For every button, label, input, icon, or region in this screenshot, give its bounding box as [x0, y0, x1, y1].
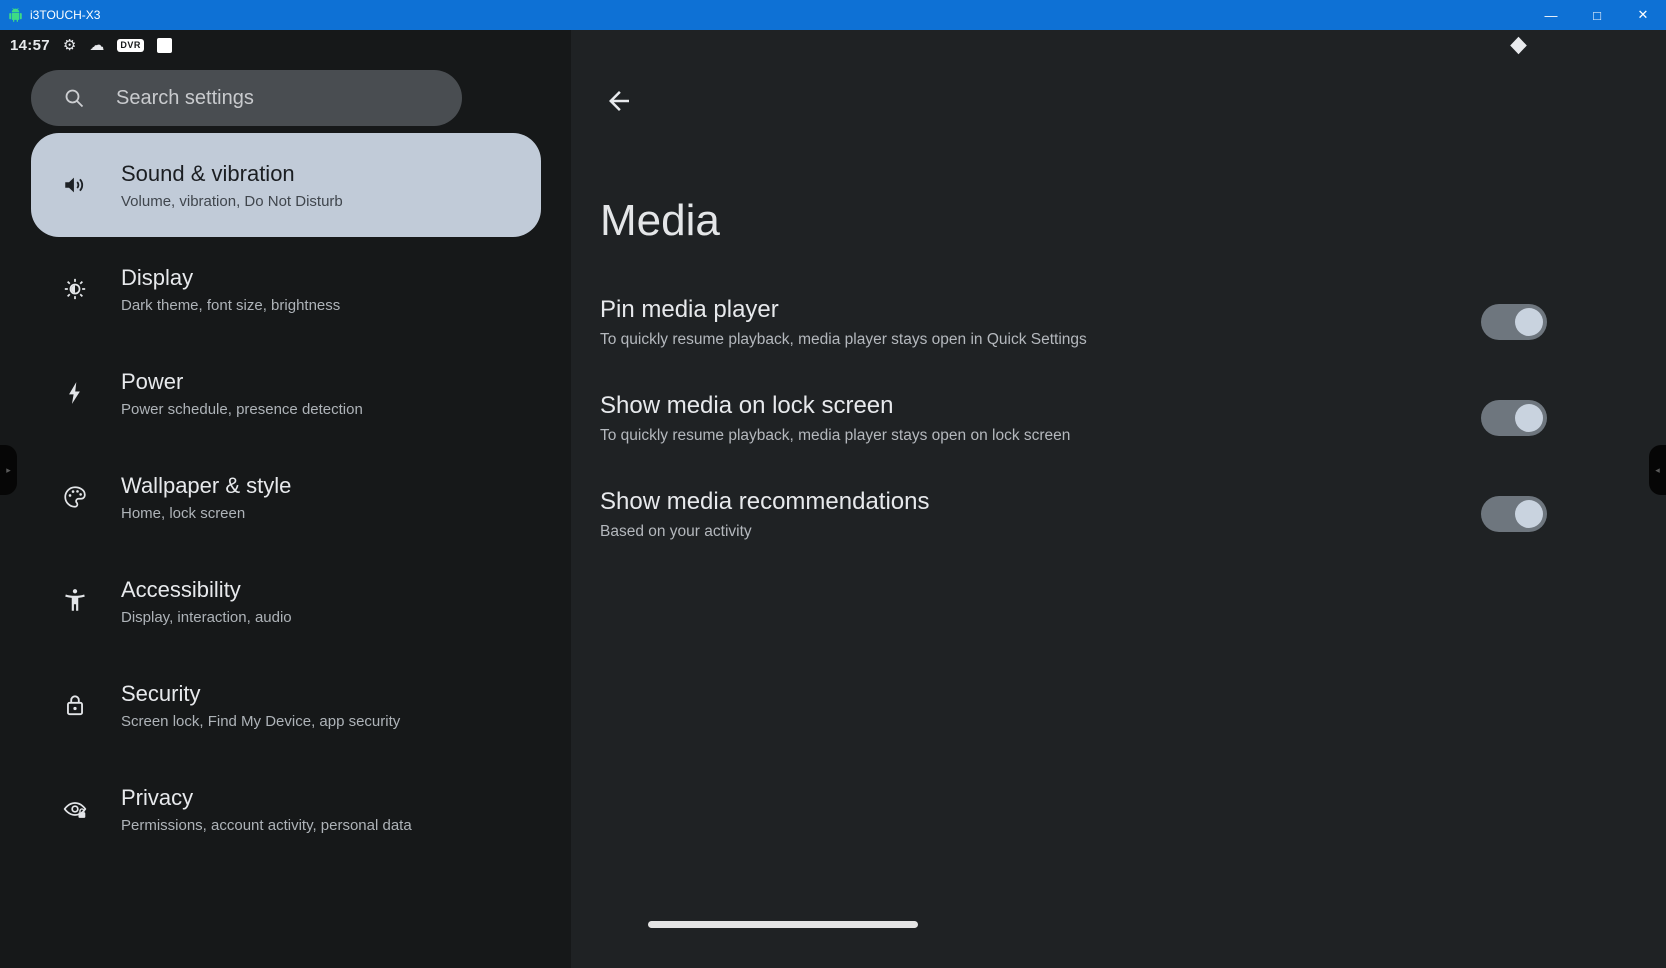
window-titlebar: i3TOUCH-X3 — □ ✕ [0, 0, 1666, 30]
sidebar-item-sound-vibration[interactable]: Sound & vibration Volume, vibration, Do … [31, 133, 541, 237]
app-square-icon [157, 38, 172, 53]
setting-label: Show media recommendations [600, 488, 930, 516]
page-title: Media [600, 196, 720, 246]
palette-icon [62, 484, 88, 510]
sidebar-item-display[interactable]: Display Dark theme, font size, brightnes… [31, 237, 541, 341]
accessibility-person-icon [62, 588, 88, 614]
sidebar-item-label: Privacy [121, 785, 412, 811]
back-button[interactable] [600, 82, 638, 120]
setting-row-pin-media-player: Pin media player To quickly resume playb… [600, 296, 1547, 392]
power-bolt-icon [62, 380, 88, 406]
settings-sidebar: 14:57 ⚙ ☁ DVR Sound & vibration [0, 30, 571, 968]
sidebar-item-description: Screen lock, Find My Device, app securit… [121, 713, 400, 730]
toggle-thumb [1515, 404, 1543, 432]
arrow-back-icon [604, 86, 634, 116]
minimize-button[interactable]: — [1528, 0, 1574, 30]
maximize-button[interactable]: □ [1574, 0, 1620, 30]
setting-row-show-media-lock-screen: Show media on lock screen To quickly res… [600, 392, 1547, 488]
gesture-navigation-bar[interactable] [648, 921, 918, 928]
gear-icon: ⚙ [63, 38, 76, 53]
cloud-icon: ☁ [89, 38, 104, 53]
right-edge-panel-handle[interactable]: ◂ [1649, 445, 1666, 495]
sidebar-item-label: Display [121, 265, 340, 291]
show-media-lock-screen-toggle[interactable] [1481, 400, 1547, 436]
dvr-badge-icon: DVR [117, 39, 144, 52]
sidebar-item-label: Sound & vibration [121, 161, 343, 187]
media-settings-panel: Media Pin media player To quickly resume… [571, 30, 1666, 968]
sidebar-item-description: Permissions, account activity, personal … [121, 817, 412, 834]
window-title: i3TOUCH-X3 [30, 8, 100, 22]
sidebar-item-description: Power schedule, presence detection [121, 401, 363, 418]
close-button[interactable]: ✕ [1620, 0, 1666, 30]
search-input[interactable] [116, 87, 444, 110]
show-media-recommendations-toggle[interactable] [1481, 496, 1547, 532]
sidebar-item-accessibility[interactable]: Accessibility Display, interaction, audi… [31, 549, 541, 653]
display-brightness-icon [62, 276, 88, 302]
toggle-thumb [1515, 308, 1543, 336]
settings-list: Pin media player To quickly resume playb… [600, 296, 1547, 584]
network-diamond-icon [1508, 35, 1529, 56]
sidebar-item-wallpaper-style[interactable]: Wallpaper & style Home, lock screen [31, 445, 541, 549]
lock-icon [62, 692, 88, 718]
sidebar-item-description: Volume, vibration, Do Not Disturb [121, 193, 343, 210]
android-app-icon [8, 8, 23, 23]
volume-icon [62, 172, 88, 198]
chevron-left-icon: ◂ [1655, 465, 1660, 476]
sidebar-item-security[interactable]: Security Screen lock, Find My Device, ap… [31, 653, 541, 757]
android-screen: 14:57 ⚙ ☁ DVR Sound & vibration [0, 30, 1666, 968]
sidebar-item-label: Accessibility [121, 577, 292, 603]
status-bar: 14:57 ⚙ ☁ DVR [0, 30, 571, 60]
sidebar-item-power[interactable]: Power Power schedule, presence detection [31, 341, 541, 445]
sidebar-item-description: Home, lock screen [121, 505, 291, 522]
toggle-thumb [1515, 500, 1543, 528]
settings-menu: Sound & vibration Volume, vibration, Do … [0, 133, 571, 861]
sidebar-item-privacy[interactable]: Privacy Permissions, account activity, p… [31, 757, 541, 861]
sidebar-item-description: Display, interaction, audio [121, 609, 292, 626]
setting-label: Pin media player [600, 296, 1087, 324]
sidebar-item-description: Dark theme, font size, brightness [121, 297, 340, 314]
app-window: i3TOUCH-X3 — □ ✕ 14:57 ⚙ ☁ DVR [0, 0, 1666, 968]
privacy-eye-icon [62, 796, 88, 822]
left-edge-panel-handle[interactable]: ▸ [0, 445, 17, 495]
pin-media-player-toggle[interactable] [1481, 304, 1547, 340]
search-bar[interactable] [31, 70, 462, 126]
chevron-right-icon: ▸ [6, 465, 11, 476]
window-controls: — □ ✕ [1528, 0, 1666, 30]
sidebar-item-label: Security [121, 681, 400, 707]
setting-row-show-media-recommendations: Show media recommendations Based on your… [600, 488, 1547, 584]
sidebar-item-label: Wallpaper & style [121, 473, 291, 499]
setting-description: To quickly resume playback, media player… [600, 427, 1070, 445]
setting-label: Show media on lock screen [600, 392, 1070, 420]
setting-description: Based on your activity [600, 523, 930, 541]
sidebar-item-label: Power [121, 369, 363, 395]
search-icon [62, 86, 86, 110]
setting-description: To quickly resume playback, media player… [600, 331, 1087, 349]
clock: 14:57 [10, 37, 50, 54]
titlebar-left: i3TOUCH-X3 [8, 8, 100, 23]
